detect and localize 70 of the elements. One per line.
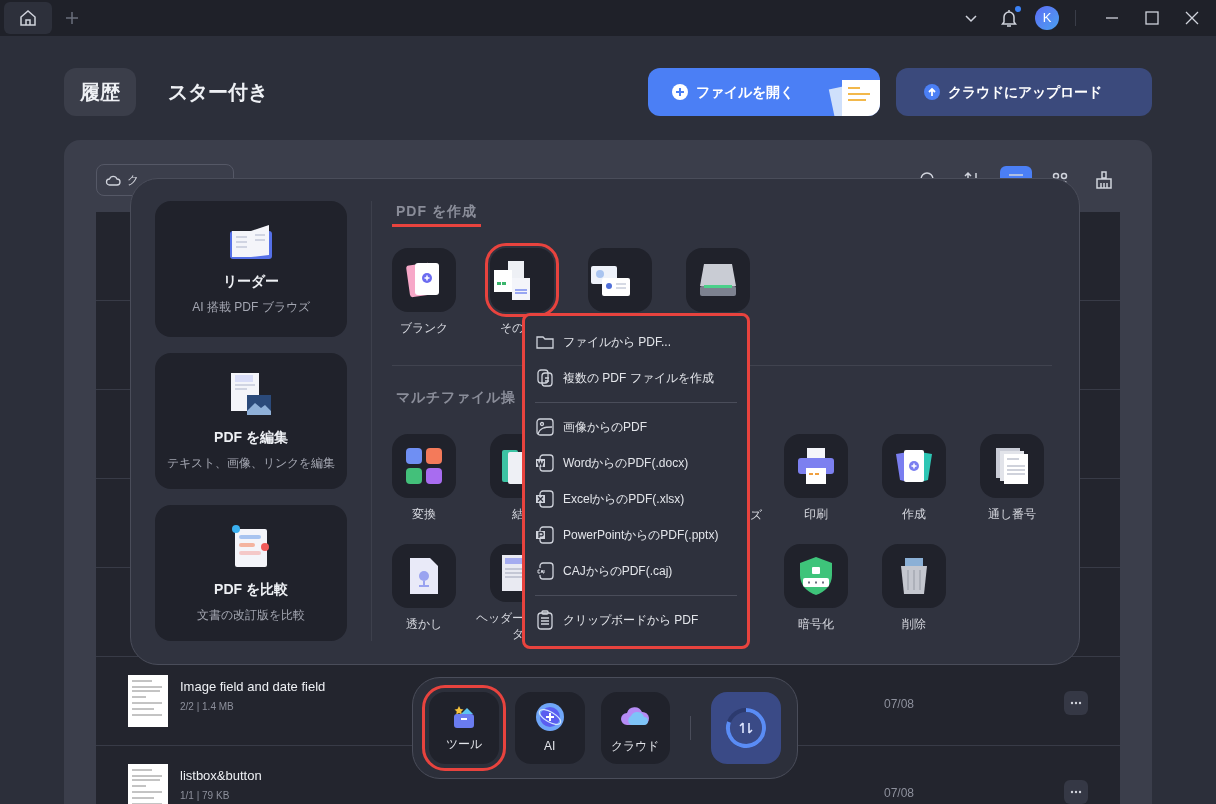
tool-label: タ bbox=[511, 626, 524, 642]
tool-label: 透かし bbox=[405, 616, 443, 632]
upload-icon bbox=[924, 84, 940, 100]
copy-document-icon bbox=[535, 368, 555, 388]
upload-button[interactable]: クラウドにアップロード bbox=[896, 68, 1152, 116]
document-thumbnail bbox=[128, 764, 168, 804]
spreadsheet-document-icon bbox=[535, 489, 555, 509]
more-icon bbox=[1070, 701, 1082, 705]
menu-item[interactable]: ExcelからのPDF(.xlsx) bbox=[535, 481, 737, 517]
file-name: listbox&button bbox=[180, 768, 262, 784]
tool-tile[interactable] bbox=[686, 248, 750, 312]
more-icon bbox=[1070, 790, 1082, 794]
tool-label: 通し番号 bbox=[987, 506, 1037, 522]
plus-circle-icon bbox=[672, 84, 688, 100]
tool-tile[interactable] bbox=[784, 434, 848, 498]
document-thumbnail bbox=[128, 675, 168, 727]
dock-button[interactable]: AI bbox=[514, 692, 585, 764]
menu-item[interactable]: ファイルから PDF... bbox=[535, 324, 737, 360]
open-file-button[interactable]: ファイルを開く bbox=[648, 68, 880, 116]
section-title: PDF を作成 bbox=[392, 201, 481, 227]
file-date: 07/08 bbox=[883, 696, 914, 713]
feature-card[interactable]: PDF を比較 文書の改訂版を比較 bbox=[155, 505, 347, 641]
word-document-icon bbox=[535, 453, 555, 473]
tool-label: 削除 bbox=[901, 616, 927, 632]
presentation-document-icon bbox=[535, 525, 555, 545]
menu-item[interactable]: WordからのPDF(.docx) bbox=[535, 445, 737, 481]
broom-icon[interactable] bbox=[1094, 170, 1114, 190]
file-name: Image field and date field bbox=[180, 679, 326, 695]
tool-tile[interactable] bbox=[588, 248, 652, 312]
close-icon[interactable] bbox=[1184, 10, 1200, 26]
tool-tile[interactable] bbox=[882, 434, 946, 498]
menu-item[interactable]: 画像からのPDF bbox=[535, 409, 737, 445]
new-tab-icon[interactable] bbox=[64, 10, 80, 26]
tool-label: ブランク bbox=[399, 320, 449, 336]
maximize-icon[interactable] bbox=[1144, 10, 1160, 26]
tool-label: 変換 bbox=[411, 506, 437, 522]
tool-label: ズ bbox=[750, 507, 763, 524]
feature-card[interactable]: リーダー AI 搭載 PDF ブラウズ bbox=[155, 201, 347, 337]
tool-tile[interactable] bbox=[980, 434, 1044, 498]
section-title: マルチファイル操 bbox=[395, 388, 517, 407]
file-meta: 1/1 | 79 KB bbox=[180, 790, 231, 802]
menu-item[interactable]: PowerPointからのPDF(.pptx) bbox=[535, 517, 737, 553]
tool-label: 印刷 bbox=[803, 506, 829, 522]
tool-label: 作成 bbox=[901, 506, 927, 522]
dock-button[interactable]: クラウド bbox=[600, 692, 671, 764]
sync-icon bbox=[724, 706, 769, 750]
tool-tile[interactable] bbox=[784, 544, 848, 608]
bell-icon[interactable] bbox=[999, 8, 1019, 28]
tool-label: 暗号化 bbox=[797, 616, 835, 632]
more-button[interactable] bbox=[1064, 780, 1088, 804]
menu-item[interactable]: CAJからのPDF(.caj) bbox=[535, 553, 737, 589]
image-icon bbox=[535, 417, 555, 437]
ai-orb-icon bbox=[533, 701, 566, 733]
view-tab[interactable]: スター付き bbox=[152, 68, 284, 116]
sync-button[interactable] bbox=[711, 692, 781, 764]
more-button[interactable] bbox=[1064, 691, 1088, 715]
menu-item[interactable]: クリップボードから PDF bbox=[535, 602, 737, 638]
feature-card[interactable]: PDF を編集 テキスト、画像、リンクを編集 bbox=[155, 353, 347, 489]
tool-tile[interactable] bbox=[882, 544, 946, 608]
tool-tile[interactable] bbox=[392, 544, 456, 608]
file-date: 07/08 bbox=[883, 785, 914, 802]
home-tab[interactable] bbox=[4, 2, 52, 34]
menu-item[interactable]: 複数の PDF ファイルを作成 bbox=[535, 360, 737, 396]
file-meta: 2/2 | 1.4 MB bbox=[180, 701, 235, 713]
tool-tile[interactable] bbox=[392, 434, 456, 498]
caj-document-icon bbox=[535, 561, 555, 581]
home-icon bbox=[18, 8, 38, 28]
tool-tile[interactable] bbox=[392, 248, 456, 312]
view-tab[interactable]: 履歴 bbox=[64, 68, 136, 116]
clipboard-icon bbox=[535, 610, 555, 630]
